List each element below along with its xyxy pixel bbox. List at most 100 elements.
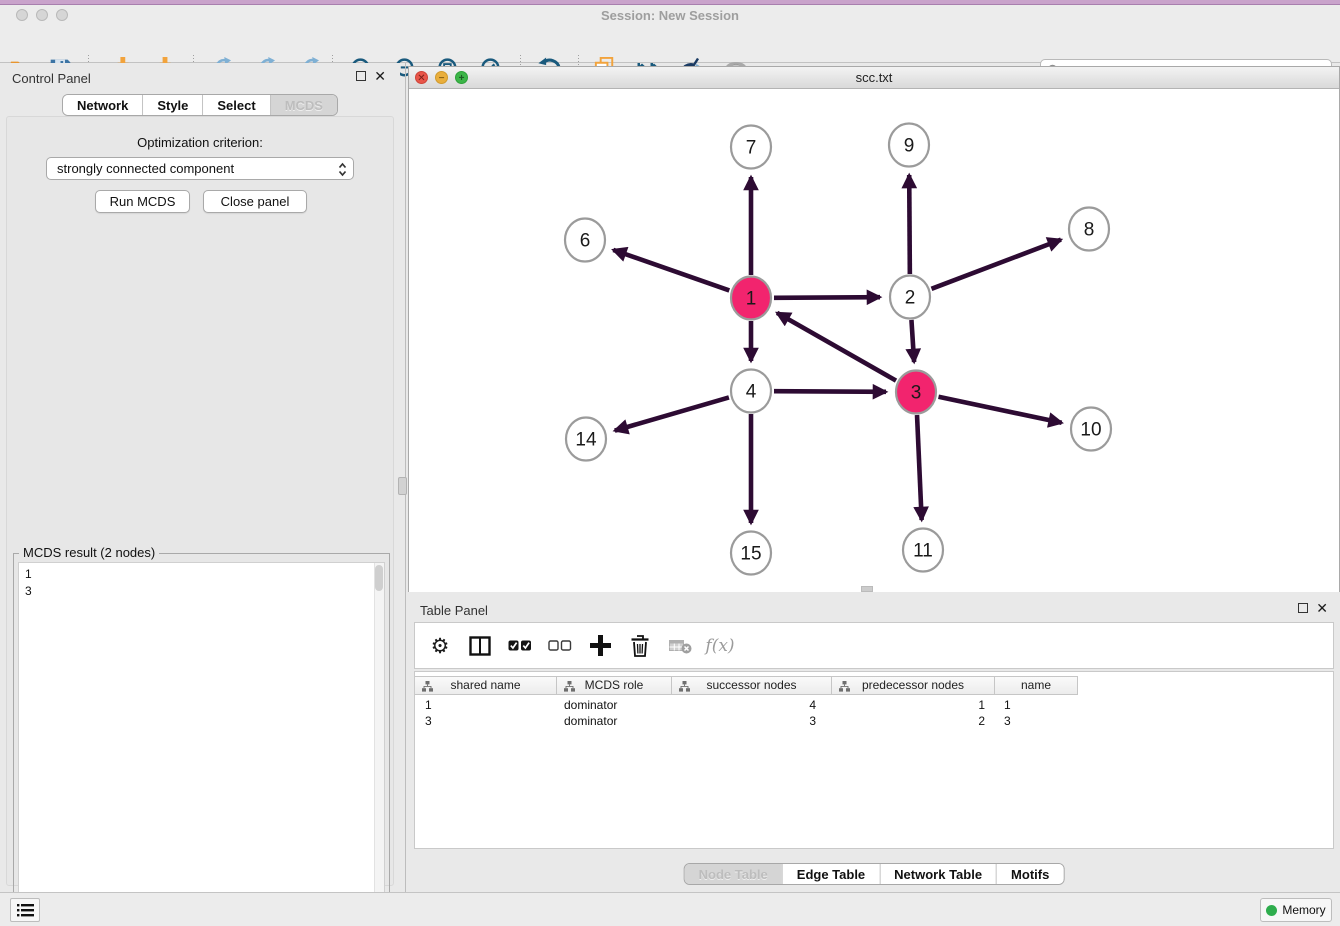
cell-shared-name[interactable]: 3 [415,713,557,730]
table-row[interactable]: 3 dominator 3 2 3 [415,713,1078,730]
svg-text:9: 9 [904,136,915,157]
panel-splitter-grip[interactable] [398,477,407,495]
network-maximize-button[interactable]: + [455,71,468,84]
graph-edge-4-3[interactable] [774,391,886,392]
cell-predecessor-nodes[interactable]: 1 [832,697,995,714]
deselect-all-rows-icon[interactable] [547,633,573,659]
window-title: Session: New Session [0,5,1340,26]
graph-node-15[interactable]: 15 [731,532,771,575]
svg-text:14: 14 [575,430,597,451]
graph-node-6[interactable]: 6 [565,219,605,262]
graph-node-9[interactable]: 9 [889,124,929,167]
graph-node-11[interactable]: 11 [903,529,943,572]
column-header-successor-nodes[interactable]: successor nodes [672,677,832,694]
graph-edge-4-14[interactable] [615,397,729,430]
network-window-titlebar[interactable]: ✕ − + scc.txt [409,67,1339,89]
node-table: shared name MCDS role successor nodes pr… [414,671,1334,849]
panel-mode-icon[interactable] [467,633,493,659]
column-header-name[interactable]: name [995,677,1078,694]
window-minimize-button[interactable] [36,9,48,21]
table-panel-title: Table Panel [420,603,488,618]
graph-edge-3-1[interactable] [777,313,896,381]
tab-network[interactable]: Network [63,95,142,115]
cell-predecessor-nodes[interactable]: 2 [832,713,995,730]
column-header-predecessor-nodes[interactable]: predecessor nodes [832,677,995,694]
svg-text:15: 15 [740,544,761,565]
memory-button[interactable]: Memory [1260,898,1332,922]
table-options-gear-icon[interactable]: ⚙ [427,633,453,659]
column-header-mcds-role[interactable]: MCDS role [557,677,672,694]
window-close-button[interactable] [16,9,28,21]
svg-text:1: 1 [746,289,757,310]
tab-network-table[interactable]: Network Table [879,864,996,884]
graph-node-3[interactable]: 3 [896,371,936,414]
close-panel-icon[interactable]: ✕ [374,70,386,82]
cell-successor-nodes[interactable]: 3 [672,713,832,730]
tab-edge-table[interactable]: Edge Table [782,864,879,884]
network-close-button[interactable]: ✕ [415,71,428,84]
attribute-type-icon [564,681,575,692]
graph-edge-2-9[interactable] [909,175,910,274]
tab-motifs[interactable]: Motifs [996,864,1063,884]
tab-select[interactable]: Select [202,95,269,115]
graph-node-14[interactable]: 14 [566,418,606,461]
table-header-row: shared name MCDS role successor nodes pr… [415,676,1078,695]
graph-edge-3-10[interactable] [939,397,1062,423]
control-panel-window-controls: ✕ [356,70,386,82]
cell-name[interactable]: 1 [995,697,1078,714]
graph-node-4[interactable]: 4 [731,370,771,413]
float-panel-icon[interactable] [1298,603,1308,613]
svg-text:6: 6 [580,231,591,252]
cell-mcds-role[interactable]: dominator [557,697,672,714]
tab-node-table[interactable]: Node Table [685,864,782,884]
column-header-shared-name[interactable]: shared name [415,677,557,694]
graph-edge-2-3[interactable] [911,320,914,362]
svg-text:7: 7 [746,138,757,159]
graph-node-7[interactable]: 7 [731,126,771,169]
delete-table-icon[interactable] [667,633,693,659]
float-panel-icon[interactable] [356,71,366,81]
graph-edge-3-11[interactable] [917,415,922,520]
network-canvas[interactable]: 1 2 3 4 6 7 8 9 10 11 14 15 [409,89,1339,592]
cell-successor-nodes[interactable]: 4 [672,697,832,714]
close-panel-icon[interactable]: ✕ [1316,602,1328,614]
attribute-type-icon [679,681,690,692]
svg-text:11: 11 [913,541,933,562]
attribute-type-icon [839,681,850,692]
network-minimize-button[interactable]: − [435,71,448,84]
optimization-criterion-select[interactable]: strongly connected component [46,157,354,180]
task-history-button[interactable] [10,898,40,922]
table-row[interactable]: 1 dominator 4 1 1 [415,697,1078,714]
graph-edge-2-8[interactable] [932,240,1061,289]
result-scrollbar[interactable] [374,563,384,915]
delete-column-icon[interactable] [627,633,653,659]
window-zoom-button[interactable] [56,9,68,21]
cell-shared-name[interactable]: 1 [415,697,557,714]
cell-name[interactable]: 3 [995,713,1078,730]
graph-edge-1-2[interactable] [774,297,880,298]
tab-style[interactable]: Style [142,95,202,115]
svg-text:4: 4 [746,382,757,403]
network-scroll-grip[interactable] [861,586,873,592]
graph-node-1[interactable]: 1 [731,277,771,320]
network-view-window: ✕ − + scc.txt 1 2 3 4 6 7 8 9 10 11 14 15 [408,66,1340,592]
graph-edge-1-6[interactable] [613,250,729,291]
graph-edges [613,175,1061,523]
run-mcds-button[interactable]: Run MCDS [95,190,190,213]
svg-text:10: 10 [1080,420,1101,441]
mcds-result-title: MCDS result (2 nodes) [19,545,159,560]
control-panel: Control Panel ✕ Network Style Select MCD… [0,63,400,892]
close-panel-button[interactable]: Close panel [203,190,307,213]
mcds-result-textarea[interactable]: 1 3 [18,562,385,916]
table-panel: Table Panel ✕ ⚙ f(x) shared name [408,595,1340,892]
function-builder-icon[interactable]: f(x) [707,633,733,659]
cell-mcds-role[interactable]: dominator [557,713,672,730]
select-all-rows-icon[interactable] [507,633,533,659]
status-bar: Memory [0,892,1340,926]
graph-node-8[interactable]: 8 [1069,208,1109,251]
add-column-icon[interactable] [587,633,613,659]
result-scrollbar-thumb[interactable] [375,565,383,591]
graph-node-10[interactable]: 10 [1071,408,1111,451]
graph-node-2[interactable]: 2 [890,276,930,319]
tab-mcds[interactable]: MCDS [270,95,337,115]
